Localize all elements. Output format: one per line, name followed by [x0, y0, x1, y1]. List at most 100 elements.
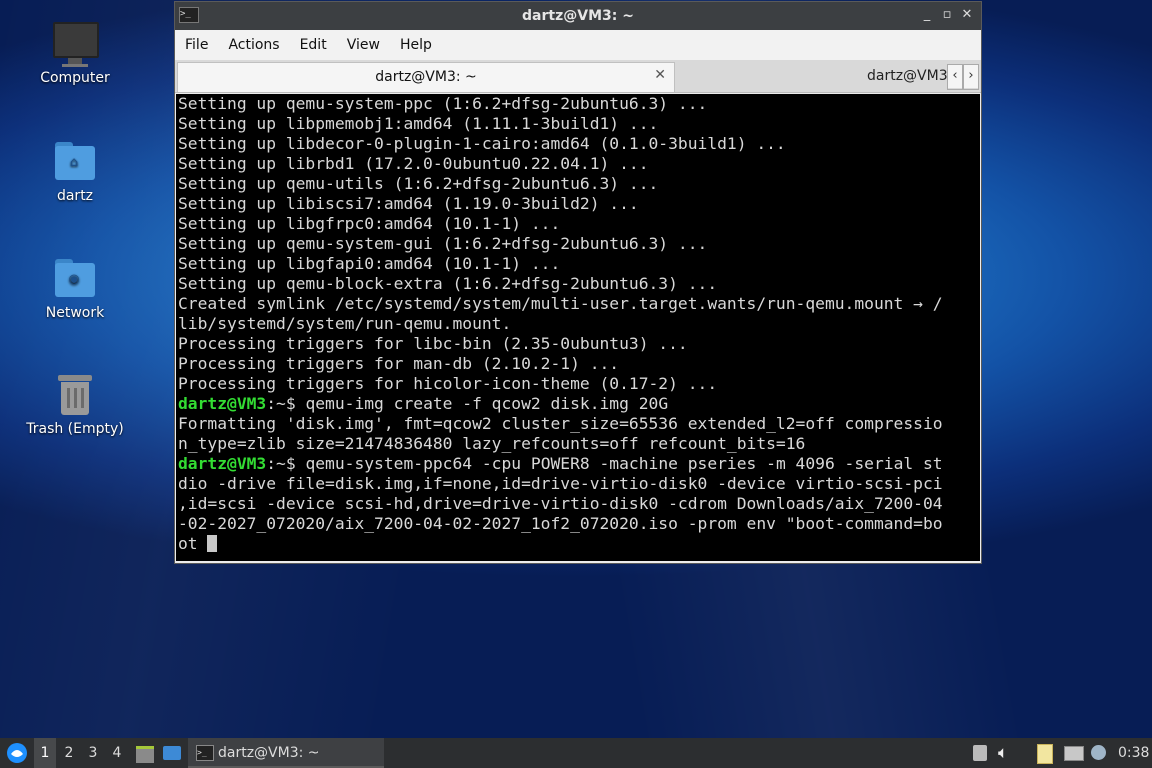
tab-scroll-buttons: ‹ ›	[947, 64, 979, 90]
tab-close-icon[interactable]: ✕	[654, 67, 666, 83]
terminal-text: Setting up libdecor-0-plugin-1-cairo:amd…	[178, 134, 786, 153]
terminal-output[interactable]: Setting up qemu-system-ppc (1:6.2+dfsg-2…	[176, 94, 980, 561]
tab-bar: dartz@VM3: ~ ✕ dartz@VM3: ~ ‹ ›	[175, 60, 981, 93]
terminal-text: Setting up librbd1 (17.2.0-0ubuntu0.22.0…	[178, 154, 649, 173]
terminal-text: Setting up qemu-block-extra (1:6.2+dfsg-…	[178, 274, 718, 293]
terminal-line: dartz@VM3:~$ qemu-img create -f qcow2 di…	[178, 394, 980, 414]
terminal-text: Setting up qemu-system-gui (1:6.2+dfsg-2…	[178, 234, 708, 253]
desktop-icon-label: Trash (Empty)	[26, 421, 124, 437]
terminal-line: dio -drive file=disk.img,if=none,id=driv…	[178, 474, 980, 494]
workspace-1[interactable]: 1	[34, 738, 56, 768]
tab-active[interactable]: dartz@VM3: ~ ✕	[177, 62, 675, 92]
terminal-line: Processing triggers for man-db (2.10.2-1…	[178, 354, 980, 374]
notifications-icon	[1091, 745, 1106, 760]
file-manager-icon	[136, 746, 154, 763]
terminal-line: Setting up libpmemobj1:amd64 (1.11.1-3bu…	[178, 114, 980, 134]
terminal-line: Setting up qemu-system-ppc (1:6.2+dfsg-2…	[178, 94, 980, 114]
desktop-icon-computer[interactable]: Computer	[20, 22, 130, 86]
terminal-text: Setting up libiscsi7:amd64 (1.19.0-3buil…	[178, 194, 639, 213]
terminal-text: Setting up qemu-system-ppc (1:6.2+dfsg-2…	[178, 94, 708, 113]
terminal-text: Setting up libgfrpc0:amd64 (10.1-1) ...	[178, 214, 561, 233]
desktop-icon-label: Computer	[40, 70, 110, 86]
terminal-text: -02-2027_072020/aix_7200-04-02-2027_1of2…	[178, 514, 943, 533]
show-desktop-button[interactable]	[160, 738, 184, 768]
file-manager-launcher[interactable]	[134, 738, 156, 768]
menu-view[interactable]: View	[337, 37, 390, 53]
terminal-text: Created symlink /etc/systemd/system/mult…	[178, 294, 943, 313]
tab-label: dartz@VM3: ~	[375, 69, 477, 85]
workspace-2[interactable]: 2	[58, 738, 80, 768]
terminal-window: >_ dartz@VM3: ~ _ ▫ ✕ File Actions Edit …	[174, 1, 982, 564]
terminal-text: Setting up qemu-utils (1:6.2+dfsg-2ubunt…	[178, 174, 659, 193]
terminal-text: Processing triggers for hicolor-icon-the…	[178, 374, 718, 393]
terminal-text: ,id=scsi -device scsi-hd,drive=drive-vir…	[178, 494, 943, 513]
terminal-text: Processing triggers for man-db (2.10.2-1…	[178, 354, 620, 373]
lubuntu-logo-icon	[7, 743, 27, 763]
terminal-line: Setting up qemu-utils (1:6.2+dfsg-2ubunt…	[178, 174, 980, 194]
start-menu-button[interactable]	[4, 738, 30, 768]
terminal-text: Formatting 'disk.img', fmt=qcow2 cluster…	[178, 414, 943, 433]
text-cursor	[207, 535, 218, 552]
menu-bar: File Actions Edit View Help	[175, 30, 981, 60]
window-title: dartz@VM3: ~	[522, 8, 634, 24]
desktop-icon-trash[interactable]: Trash (Empty)	[20, 373, 130, 437]
updates-tray[interactable]	[970, 738, 990, 768]
notifications-tray[interactable]	[1088, 738, 1110, 768]
terminal-line: Setting up libdecor-0-plugin-1-cairo:amd…	[178, 134, 980, 154]
desktop-icon-label: Network	[45, 305, 105, 321]
show-desktop-icon	[163, 746, 181, 760]
window-titlebar[interactable]: >_ dartz@VM3: ~ _ ▫ ✕	[175, 2, 981, 30]
workspace-3[interactable]: 3	[82, 738, 104, 768]
terminal-text: Processing triggers for libc-bin (2.35-0…	[178, 334, 688, 353]
close-button[interactable]: ✕	[959, 7, 975, 22]
terminal-line: Setting up libiscsi7:amd64 (1.19.0-3buil…	[178, 194, 980, 214]
terminal-line: -02-2027_072020/aix_7200-04-02-2027_1of2…	[178, 514, 980, 534]
terminal-text: dio -drive file=disk.img,if=none,id=driv…	[178, 474, 943, 493]
desktop-icon-network[interactable]: ◉ Network	[20, 257, 130, 321]
updates-icon	[973, 745, 987, 761]
menu-file[interactable]: File	[175, 37, 218, 53]
terminal-line: Processing triggers for hicolor-icon-the…	[178, 374, 980, 394]
menu-help[interactable]: Help	[390, 37, 442, 53]
menu-actions[interactable]: Actions	[218, 37, 289, 53]
volume-tray[interactable]: 🔈︎	[998, 738, 1020, 768]
terminal-line: Formatting 'disk.img', fmt=qcow2 cluster…	[178, 414, 980, 434]
terminal-line: ot	[178, 534, 980, 554]
shell-prompt: dartz@VM3	[178, 454, 267, 473]
terminal-line: Setting up libgfapi0:amd64 (10.1-1) ...	[178, 254, 980, 274]
home-folder-icon: ⌂	[53, 140, 97, 184]
volume-icon: 🔈︎	[998, 743, 1009, 763]
taskbar-window-button[interactable]: >_ dartz@VM3: ~	[188, 738, 384, 768]
workspace-4[interactable]: 4	[106, 738, 128, 768]
clock[interactable]: 0:38	[1118, 738, 1149, 768]
terminal-line: Setting up libgfrpc0:amd64 (10.1-1) ...	[178, 214, 980, 234]
desktop-icon-home[interactable]: ⌂ dartz	[20, 140, 130, 204]
terminal-line: Setting up qemu-block-extra (1:6.2+dfsg-…	[178, 274, 980, 294]
tab-inactive[interactable]: dartz@VM3: ~	[677, 62, 969, 92]
menu-edit[interactable]: Edit	[290, 37, 337, 53]
clipboard-tray[interactable]	[1034, 738, 1056, 768]
network-tray[interactable]	[1062, 738, 1084, 768]
terminal-line: Processing triggers for libc-bin (2.35-0…	[178, 334, 980, 354]
maximize-button[interactable]: ▫	[939, 7, 955, 22]
terminal-text: n_type=zlib size=21474836480 lazy_refcou…	[178, 434, 806, 453]
minimize-button[interactable]: _	[919, 7, 935, 22]
terminal-text: :~$ qemu-system-ppc64 -cpu POWER8 -machi…	[266, 454, 943, 473]
terminal-text: Setting up libpmemobj1:amd64 (1.11.1-3bu…	[178, 114, 659, 133]
desktop-icon-label: dartz	[56, 188, 94, 204]
tab-scroll-right-icon[interactable]: ›	[963, 64, 979, 90]
tab-scroll-left-icon[interactable]: ‹	[947, 64, 963, 90]
terminal-line: dartz@VM3:~$ qemu-system-ppc64 -cpu POWE…	[178, 454, 980, 474]
network-icon	[1064, 746, 1084, 761]
network-folder-icon: ◉	[53, 257, 97, 301]
shell-prompt: dartz@VM3	[178, 394, 267, 413]
terminal-line: Setting up qemu-system-gui (1:6.2+dfsg-2…	[178, 234, 980, 254]
terminal-line: ,id=scsi -device scsi-hd,drive=drive-vir…	[178, 494, 980, 514]
terminal-line: lib/systemd/system/run-qemu.mount.	[178, 314, 980, 334]
terminal-text: Setting up libgfapi0:amd64 (10.1-1) ...	[178, 254, 561, 273]
terminal-line: Setting up librbd1 (17.2.0-0ubuntu0.22.0…	[178, 154, 980, 174]
terminal-text: lib/systemd/system/run-qemu.mount.	[178, 314, 512, 333]
terminal-text: :~$ qemu-img create -f qcow2 disk.img 20…	[266, 394, 669, 413]
clipboard-icon	[1037, 744, 1053, 764]
computer-icon	[53, 22, 99, 67]
